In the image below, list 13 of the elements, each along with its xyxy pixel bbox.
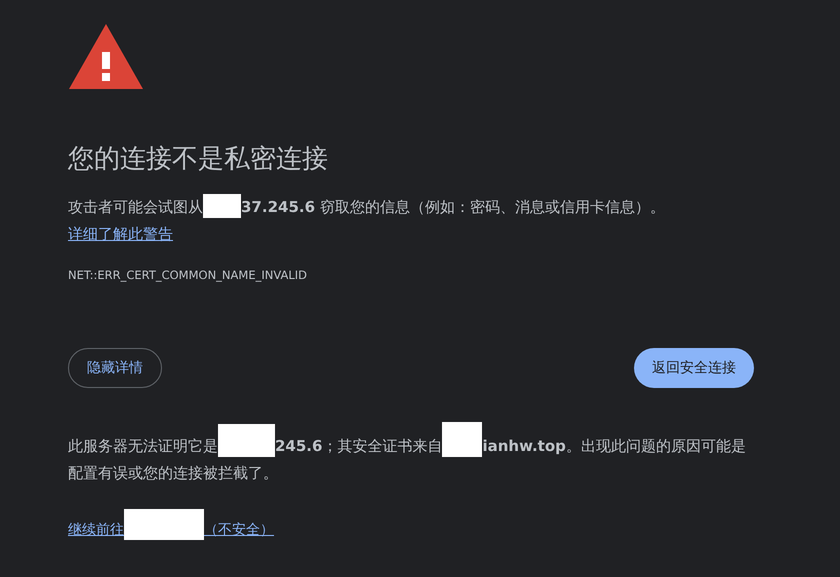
page-title: 您的连接不是私密连接 bbox=[68, 143, 329, 176]
redaction-block bbox=[218, 424, 275, 457]
back-to-safety-button[interactable]: 返回安全连接 bbox=[634, 348, 754, 388]
hide-details-button[interactable]: 隐藏详情 bbox=[68, 348, 162, 388]
link[interactable]: （不安全） bbox=[204, 522, 274, 538]
link[interactable]: 继续前往 bbox=[68, 522, 124, 538]
error-code: NET::ERR_CERT_COMMON_NAME_INVALID bbox=[68, 268, 308, 282]
redaction-block bbox=[442, 422, 482, 457]
details-text: 此服务器无法证明它是 245.6；其安全证书来自 ianhw.top。出现此问题的原因可能是配置有误或您的连接被拦截了。 bbox=[68, 422, 754, 487]
warning-icon bbox=[68, 22, 144, 90]
warning-text: 攻击者可能会试图从 37.245.6 窃取您的信息（例如：密码、消息或信用卡信息）。 详细了解此警告 bbox=[68, 194, 754, 248]
redaction-block bbox=[203, 194, 241, 218]
link[interactable]: 详细了解此警告 bbox=[68, 225, 173, 243]
